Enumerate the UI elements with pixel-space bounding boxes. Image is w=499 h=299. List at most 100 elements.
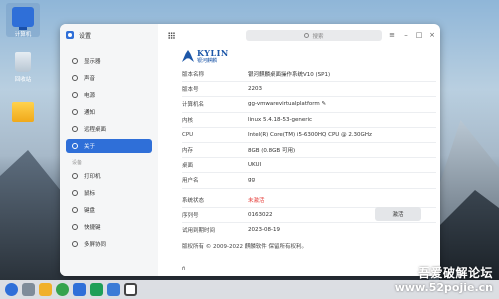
info-icon — [72, 143, 78, 149]
info-key: 桌面 — [182, 163, 194, 170]
settings-taskbar-icon[interactable] — [124, 283, 137, 296]
sidebar-item-multiscreen[interactable]: 多屏协同 — [66, 237, 152, 251]
app-store-icon[interactable] — [73, 283, 86, 296]
desktop-icon-trash[interactable]: 回收站 — [6, 52, 40, 83]
info-key: 用户名 — [182, 178, 199, 185]
sidebar-item-label: 打印机 — [84, 174, 101, 180]
info-value: linux 5.4.18-53-generic — [248, 116, 313, 123]
folder-icon — [12, 102, 34, 122]
sidebar-item-label: 快捷键 — [84, 225, 101, 231]
sidebar-item-mouse[interactable]: 鼠标 — [66, 186, 152, 200]
computer-icon — [12, 7, 34, 30]
info-key: 试用到期时间 — [182, 228, 216, 235]
sidebar-nav: 显示器 声音 电源 通知 远程桌面 关于 设备 打印机 鼠标 键盘 快捷键 多屏… — [60, 54, 158, 251]
sidebar-item-about[interactable]: 关于 — [66, 139, 152, 153]
info-row: 版本号 2203 — [182, 82, 436, 98]
close-icon[interactable]: × — [428, 31, 436, 39]
window-title-area: 设置 — [60, 24, 158, 46]
sidebar-item-shortcuts[interactable]: 快捷键 — [66, 220, 152, 234]
multitask-icon[interactable] — [22, 283, 35, 296]
info-key: CPU — [182, 131, 194, 138]
watermark-text: 吾爱破解论坛 — [417, 266, 493, 280]
sidebar-section-devices: 设备 — [72, 160, 83, 166]
activate-button[interactable]: 激活 — [375, 207, 421, 221]
menu-icon[interactable]: ≡ — [388, 31, 396, 39]
grid-menu-icon[interactable] — [168, 32, 175, 39]
info-row: 桌面 UKUI — [182, 158, 436, 174]
info-key: 版本名称 — [182, 72, 205, 79]
sidebar-item-label: 关于 — [84, 144, 96, 150]
info-value: 银河麒麟桌面操作系统V10 (SP1) — [248, 72, 331, 79]
sidebar-item-remote-desktop[interactable]: 远程桌面 — [66, 122, 152, 136]
desktop-icon-label: 计算机 — [14, 32, 32, 38]
copyright-text: 版权所有 © 2009-2022 麒麟软件 保留所有权利。 — [182, 244, 307, 250]
info-row: 版本名称 银河麒麟桌面操作系统V10 (SP1) — [182, 67, 436, 83]
info-row: 计算机名 gg-vmwarevirtualplatform ✎ — [182, 97, 436, 113]
sidebar-item-label: 电源 — [84, 93, 96, 99]
app-icon[interactable] — [107, 283, 120, 296]
info-key: 内存 — [182, 148, 194, 155]
info-value: gg — [248, 177, 255, 184]
activation-row: 试用到期时间 2023-08-19 — [182, 223, 436, 238]
status-badge: 未激活 — [248, 197, 265, 204]
desktop-icon-folder[interactable] — [6, 102, 40, 125]
info-key: 系统状态 — [182, 197, 205, 204]
sidebar-item-label: 多屏协同 — [84, 242, 107, 248]
kylin-logo: KYLIN 银河麒麟 — [182, 48, 229, 64]
topbar: 搜索 ≡ – □ × — [158, 24, 440, 46]
info-row: CPU Intel(R) Core(TM) i5-6300HQ CPU @ 2.3… — [182, 128, 436, 143]
sidebar: 设置 显示器 声音 电源 通知 远程桌面 关于 设备 打印机 鼠标 键盘 快捷键… — [60, 24, 158, 276]
sidebar-item-label: 显示器 — [84, 59, 101, 65]
minimize-icon[interactable]: – — [402, 31, 410, 39]
info-row: 内核 linux 5.4.18-53-generic — [182, 113, 436, 128]
sidebar-item-label: 声音 — [84, 76, 96, 82]
info-key: 序列号 — [182, 212, 199, 219]
sidebar-item-display[interactable]: 显示器 — [66, 54, 152, 68]
sidebar-item-label: 鼠标 — [84, 191, 96, 197]
desktop-icon-computer[interactable]: 计算机 — [6, 3, 40, 38]
sidebar-item-label: 远程桌面 — [84, 127, 107, 133]
remote-desktop-icon — [72, 126, 78, 132]
browser-icon[interactable] — [56, 283, 69, 296]
display-icon — [72, 58, 78, 64]
settings-window: 设置 显示器 声音 电源 通知 远程桌面 关于 设备 打印机 鼠标 键盘 快捷键… — [60, 24, 440, 276]
sidebar-item-label: 通知 — [84, 110, 96, 116]
settings-app-icon — [66, 31, 74, 39]
trash-icon — [15, 52, 31, 72]
sidebar-item-notifications[interactable]: 通知 — [66, 105, 152, 119]
sound-icon — [72, 75, 78, 81]
desktop-icon-label: 回收站 — [14, 77, 32, 83]
trailing-text: ñ — [182, 266, 186, 272]
info-value: 2023-08-19 — [248, 227, 280, 234]
sidebar-item-power[interactable]: 电源 — [66, 88, 152, 102]
logo-subtext: 银河麒麟 — [197, 58, 218, 64]
search-icon — [304, 33, 310, 38]
search-input[interactable]: 搜索 — [246, 30, 382, 41]
info-value: 8GB (0.8GB 可用) — [248, 148, 296, 155]
info-key: 版本号 — [182, 87, 199, 94]
main-panel: 搜索 ≡ – □ × KYLIN 银河麒麟 版本名称 银河麒麟桌面操作系统V10 … — [158, 24, 440, 276]
window-title: 设置 — [79, 32, 92, 40]
info-value: UKUI — [248, 162, 262, 169]
start-menu-icon[interactable] — [5, 283, 18, 296]
multiscreen-icon — [72, 241, 78, 247]
shortcut-icon — [72, 224, 78, 230]
sidebar-item-printer[interactable]: 打印机 — [66, 169, 152, 183]
watermark: 吾爱破解论坛 www.52pojie.cn — [395, 264, 493, 294]
keyboard-icon — [72, 207, 78, 213]
search-placeholder: 搜索 — [312, 33, 324, 40]
sidebar-item-label: 键盘 — [84, 208, 96, 214]
sidebar-item-sound[interactable]: 声音 — [66, 71, 152, 85]
bell-icon — [72, 109, 78, 115]
info-key: 内核 — [182, 117, 194, 124]
wps-icon[interactable] — [90, 283, 103, 296]
computer-name-value[interactable]: gg-vmwarevirtualplatform ✎ — [248, 101, 436, 107]
printer-icon — [72, 173, 78, 179]
info-value: 2203 — [248, 86, 262, 93]
mouse-icon — [72, 190, 78, 196]
info-key: 计算机名 — [182, 102, 205, 109]
activation-row: 系统状态 未激活 — [182, 193, 436, 208]
file-manager-icon[interactable] — [39, 283, 52, 296]
sidebar-item-keyboard[interactable]: 键盘 — [66, 203, 152, 217]
maximize-icon[interactable]: □ — [415, 31, 423, 39]
